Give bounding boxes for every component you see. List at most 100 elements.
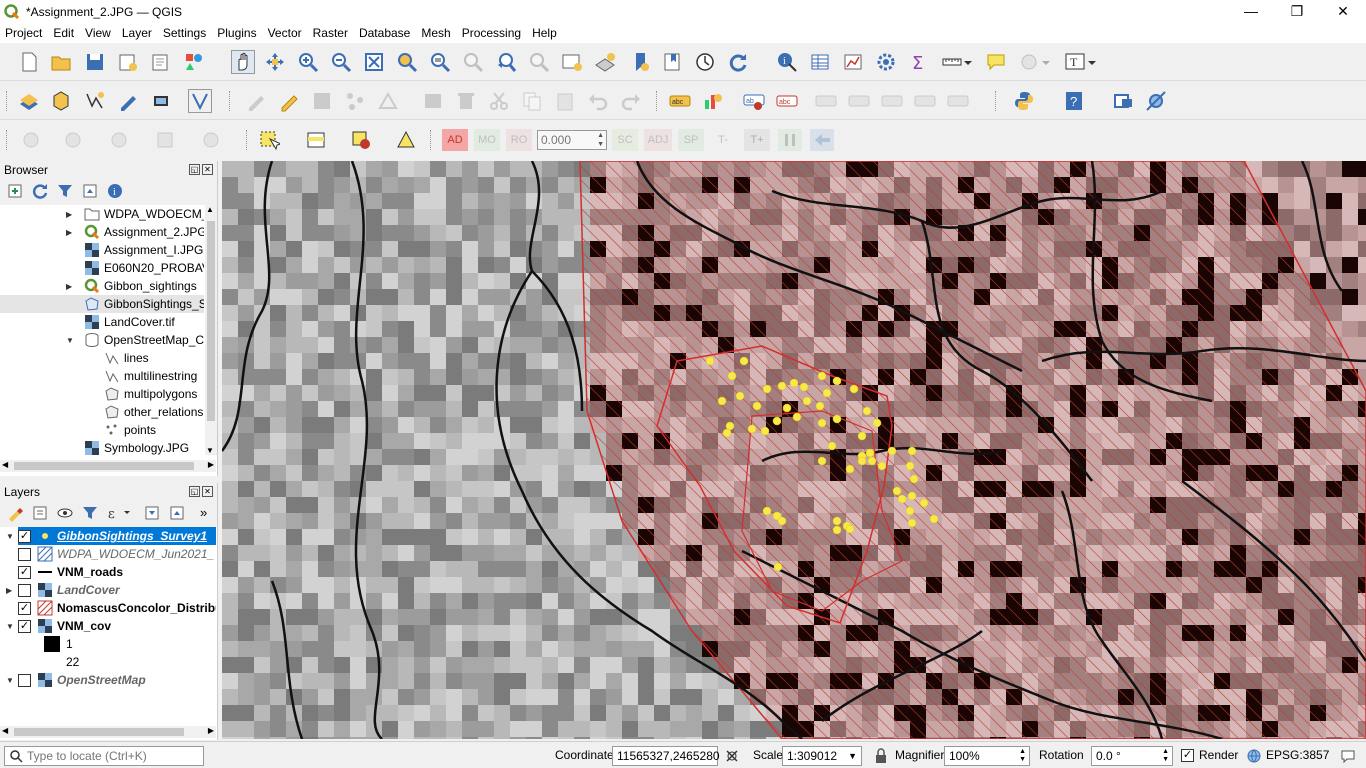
float-panel-icon[interactable]: ◱ xyxy=(189,164,200,175)
filter-browser-icon[interactable] xyxy=(56,182,74,200)
toggle-extents-icon[interactable] xyxy=(724,748,740,764)
diagram-icon[interactable] xyxy=(702,90,724,112)
new-bookmark-icon[interactable] xyxy=(630,51,652,73)
ad-button[interactable]: AD xyxy=(442,129,468,151)
browser-item[interactable]: Gibbon_sightings xyxy=(84,277,204,295)
browser-item[interactable]: multipolygons xyxy=(104,385,204,403)
browser-horizontal-scrollbar[interactable]: ◀ ▶ xyxy=(0,460,216,472)
back-arrow-icon[interactable] xyxy=(810,129,834,151)
toggle-editing-icon[interactable] xyxy=(278,90,300,112)
expand-all-icon[interactable] xyxy=(143,504,161,522)
redo-icon[interactable] xyxy=(620,90,642,112)
rotation-spinner-icon[interactable]: ▲ ▼ xyxy=(1162,748,1169,764)
new-print-layout-icon[interactable] xyxy=(117,51,139,73)
locator-bar[interactable] xyxy=(4,746,204,766)
layer-item[interactable]: ✓ VNM_cov xyxy=(18,617,216,635)
collapse-all-layers-icon[interactable] xyxy=(168,504,186,522)
highlight-labels-icon[interactable]: abc xyxy=(776,90,798,112)
zoom-in-icon[interactable] xyxy=(297,51,319,73)
scroll-right-icon[interactable]: ▶ xyxy=(208,726,214,735)
menu-vector[interactable]: Vector xyxy=(263,26,307,40)
adj-button[interactable]: ADJ xyxy=(644,129,672,151)
statistics-icon[interactable] xyxy=(842,51,864,73)
locator-input[interactable] xyxy=(27,749,197,763)
collapse-arrow-icon[interactable]: ▼ xyxy=(6,532,14,541)
browser-item[interactable]: OpenStreetMap_C xyxy=(84,331,204,349)
render-checkbox[interactable]: ✓ xyxy=(1181,749,1194,762)
scroll-thumb[interactable] xyxy=(207,221,215,421)
browser-item[interactable]: E060N20_PROBAV xyxy=(84,259,204,277)
rotation-field[interactable]: 0.0 ° ▲ ▼ xyxy=(1091,746,1173,766)
layers-horizontal-scrollbar[interactable]: ◀ ▶ xyxy=(0,726,216,738)
menu-project[interactable]: Project xyxy=(0,26,47,40)
scroll-left-icon[interactable]: ◀ xyxy=(2,460,8,469)
hscroll-thumb[interactable] xyxy=(14,728,184,736)
browser-item[interactable]: LandCover.tif xyxy=(84,313,204,331)
close-panel-icon[interactable]: ✕ xyxy=(202,486,213,497)
properties-icon[interactable]: i xyxy=(106,182,124,200)
show-hide-labels-icon[interactable] xyxy=(848,90,870,112)
layer-checkbox[interactable]: ✓ xyxy=(18,529,31,543)
save-edits-icon[interactable] xyxy=(311,90,333,112)
collapse-arrow-icon[interactable]: ▼ xyxy=(6,622,14,631)
select-by-value-icon[interactable] xyxy=(305,129,327,151)
crs-icon[interactable] xyxy=(1246,748,1262,764)
layer-checkbox[interactable]: ✓ xyxy=(18,619,31,633)
move-label-icon[interactable] xyxy=(815,90,837,112)
coordinate-field[interactable]: 11565327,2465280 xyxy=(612,746,720,766)
layer-item[interactable]: LandCover xyxy=(18,581,216,599)
browser-item[interactable]: WDPA_WDOECM_ xyxy=(84,205,204,223)
manage-visibility-icon[interactable] xyxy=(56,504,74,522)
virtual-layer-icon[interactable] xyxy=(188,89,212,113)
zoom-to-layer-icon[interactable] xyxy=(429,51,451,73)
label-toolbar-icon[interactable]: abc xyxy=(669,90,691,112)
pan-to-selection-icon[interactable] xyxy=(264,51,286,73)
georeferencer-icon[interactable] xyxy=(1145,90,1167,112)
pan-map-icon[interactable] xyxy=(231,50,255,74)
expand-arrow-icon[interactable]: ▶ xyxy=(6,586,12,595)
select-location-icon[interactable] xyxy=(395,129,417,151)
zoom-out-icon[interactable] xyxy=(330,51,352,73)
layer-checkbox[interactable]: ✓ xyxy=(18,601,31,615)
layer-item[interactable]: ✓ VNM_roads xyxy=(18,563,216,581)
save-project-icon[interactable] xyxy=(84,51,106,73)
layer-checkbox[interactable] xyxy=(18,673,31,687)
temporal-controller-icon[interactable] xyxy=(694,51,716,73)
expand-arrow-icon[interactable]: ▶ xyxy=(66,228,72,237)
magnifier-field[interactable]: 100% ▲ ▼ xyxy=(944,746,1030,766)
browser-item[interactable]: Assignment_I.JPG xyxy=(84,241,204,259)
browser-item[interactable]: other_relations xyxy=(104,403,204,421)
magnifier-spinner-icon[interactable]: ▲ ▼ xyxy=(1019,748,1026,764)
menu-database[interactable]: Database xyxy=(354,26,415,40)
hscroll-thumb[interactable] xyxy=(14,462,194,470)
digitizing-value-field[interactable]: 0.000 ▲ ▼ xyxy=(537,130,607,150)
vertex-tool-icon[interactable] xyxy=(377,90,399,112)
zoom-last-icon[interactable] xyxy=(495,51,517,73)
map-rendering[interactable] xyxy=(222,161,1366,739)
filter-expression-icon[interactable]: ε xyxy=(106,504,132,522)
browser-vertical-scrollbar[interactable]: ▲ ▼ xyxy=(205,205,217,455)
collapse-arrow-icon[interactable]: ▼ xyxy=(66,336,74,345)
deselect-all-icon[interactable] xyxy=(350,129,372,151)
decorations-dropdown-icon[interactable] xyxy=(1040,51,1052,73)
zoom-native-icon[interactable] xyxy=(462,51,484,73)
zoom-to-selection-icon[interactable] xyxy=(396,51,418,73)
t-minus-button[interactable]: T- xyxy=(710,129,736,151)
measure-icon[interactable] xyxy=(941,51,963,73)
t-plus-button[interactable]: T+ xyxy=(744,129,770,151)
collapse-all-icon[interactable] xyxy=(81,182,99,200)
close-button[interactable]: ✕ xyxy=(1320,0,1366,23)
decorations-icon[interactable] xyxy=(1018,51,1040,73)
layout-manager-icon[interactable] xyxy=(150,51,172,73)
maximize-button[interactable]: ❐ xyxy=(1274,0,1320,23)
new-map-view-icon[interactable] xyxy=(561,51,583,73)
browser-item[interactable]: lines xyxy=(104,349,204,367)
menu-raster[interactable]: Raster xyxy=(308,26,353,40)
modify-attributes-icon[interactable] xyxy=(422,90,444,112)
scale-combo[interactable]: 1:309012 ▼ xyxy=(782,746,862,766)
style-manager-icon[interactable] xyxy=(183,51,205,73)
zoom-full-icon[interactable] xyxy=(363,51,385,73)
python-console-icon[interactable] xyxy=(1013,90,1035,112)
layer-item-selected[interactable]: ✓ GibbonSightings_Survey1 xyxy=(18,527,216,545)
menu-view[interactable]: View xyxy=(80,26,116,40)
